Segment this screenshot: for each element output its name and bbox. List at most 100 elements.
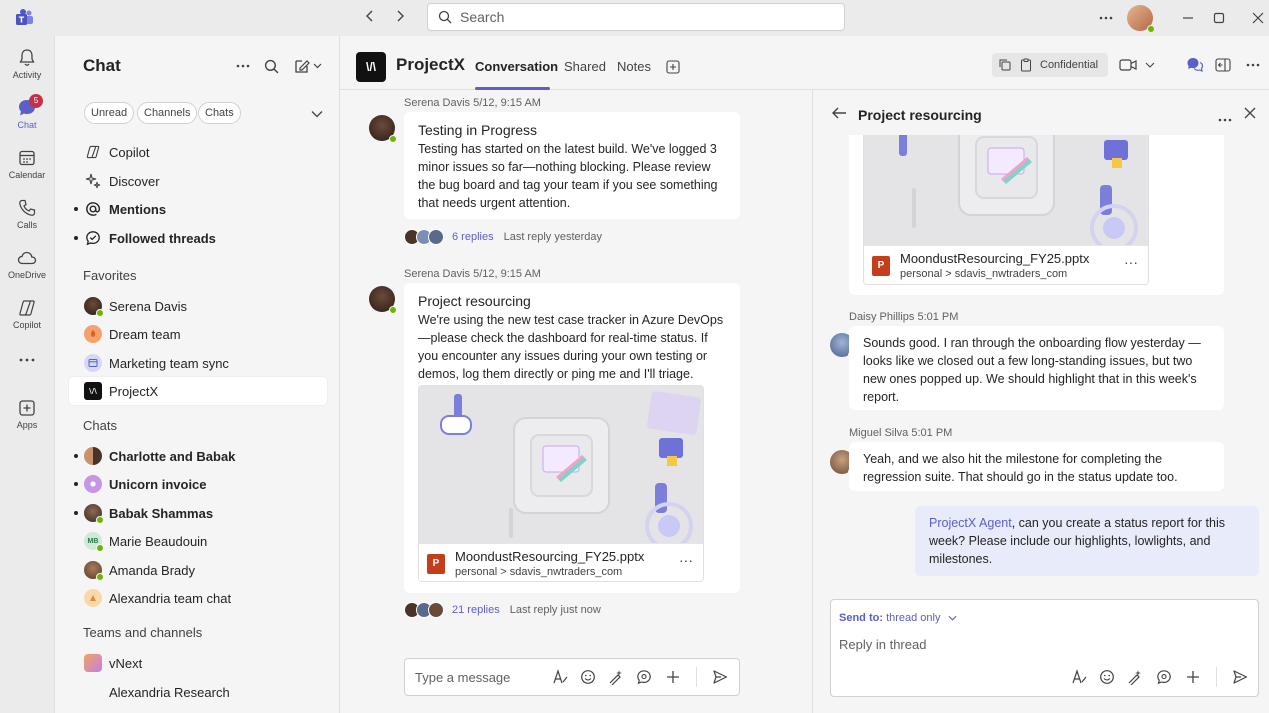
more-options-icon[interactable] (1218, 110, 1232, 125)
replies-summary[interactable]: 6 replies Last reply yesterday (404, 227, 602, 247)
rail-more-icon[interactable] (0, 354, 54, 374)
rail-label: Activity (12, 70, 42, 80)
message-author-time: Daisy Phillips 5:01 PM (849, 311, 959, 323)
favorites-heading: Favorites (83, 268, 137, 283)
list-item-amanda-brady[interactable]: Amanda Brady (69, 556, 327, 584)
list-item-serena-davis[interactable]: Serena Davis (69, 292, 327, 320)
send-icon[interactable] (1231, 668, 1249, 686)
reply-count-link[interactable]: 21 replies (452, 604, 500, 616)
active-tab-indicator (475, 87, 550, 90)
more-options-icon[interactable] (1243, 55, 1263, 75)
conversation-title: ProjectX (396, 55, 465, 74)
add-tab-icon[interactable] (663, 57, 683, 77)
list-item-copilot[interactable]: Copilot (69, 138, 327, 166)
search-icon[interactable] (261, 56, 281, 76)
rail-item-copilot[interactable]: Copilot (0, 294, 54, 340)
more-options-icon[interactable]: ··· (1124, 254, 1138, 270)
phone-icon (19, 199, 36, 216)
format-icon[interactable] (551, 668, 569, 686)
list-item-marketing-team-sync[interactable]: Marketing team sync (69, 349, 327, 377)
loop-icon[interactable] (1155, 668, 1173, 686)
avatar (84, 561, 104, 581)
list-item-alexandria-research[interactable]: Alexandria Research (69, 678, 327, 706)
add-icon[interactable] (664, 668, 682, 686)
filter-channels[interactable]: Channels (137, 102, 198, 124)
list-item-marie-beaudouin[interactable]: MB Marie Beaudouin (69, 527, 327, 555)
search-icon (438, 10, 452, 24)
search-input[interactable]: Search (427, 3, 845, 31)
compose-placeholder: Type a message (415, 670, 511, 685)
list-item-vnext[interactable]: vNext (69, 649, 327, 677)
more-options-icon[interactable] (1094, 6, 1118, 30)
tab-notes[interactable]: Notes (617, 59, 651, 74)
list-item-followed-threads[interactable]: Followed threads (69, 224, 327, 252)
message-bubble[interactable]: Testing in Progress Testing has started … (404, 112, 740, 219)
chevron-down-icon[interactable] (1140, 55, 1160, 75)
rail-item-onedrive[interactable]: OneDrive (0, 244, 54, 290)
tab-conversation[interactable]: Conversation (475, 59, 558, 74)
send-icon[interactable] (711, 668, 729, 686)
agent-mention[interactable]: ProjectX Agent (929, 516, 1012, 530)
rail-item-activity[interactable]: Activity (0, 44, 54, 90)
teams-logo: T (16, 9, 33, 25)
filter-chats[interactable]: Chats (198, 102, 241, 124)
avatar: MB (84, 532, 104, 552)
reply-count-link[interactable]: 6 replies (452, 231, 494, 243)
list-item-unicorn-invoice[interactable]: Unicorn invoice (69, 470, 327, 498)
maximize-icon[interactable] (1207, 6, 1231, 30)
loop-icon[interactable] (635, 668, 653, 686)
thread-message-bubble[interactable]: Yeah, and we also hit the milestone for … (849, 442, 1224, 491)
replies-summary[interactable]: 21 replies Last reply just now (404, 600, 601, 620)
forward-arrow-icon[interactable] (390, 8, 410, 28)
message-title: Project resourcing (418, 293, 531, 309)
minimize-icon[interactable] (1176, 6, 1200, 30)
copy-icon (998, 58, 1012, 72)
filter-unread[interactable]: Unread (84, 102, 135, 124)
list-item-charlotte-and-babak[interactable]: Charlotte and Babak (69, 442, 327, 470)
threads-icon[interactable] (1185, 55, 1205, 75)
back-arrow-icon[interactable] (360, 8, 380, 28)
emoji-icon[interactable] (579, 668, 597, 686)
rail-item-chat[interactable]: 5 Chat (0, 94, 54, 140)
copilot-compose-icon[interactable] (1126, 668, 1144, 686)
close-icon[interactable] (1246, 6, 1269, 30)
list-item-babak-shammas[interactable]: Babak Shammas (69, 499, 327, 527)
new-chat-icon[interactable] (291, 56, 325, 76)
attachment-thumbnail (864, 135, 1148, 245)
copilot-compose-icon[interactable] (607, 668, 625, 686)
add-icon[interactable] (1184, 668, 1202, 686)
rail-label: Copilot (12, 320, 41, 330)
title-bar: T Search (0, 0, 1269, 36)
thread-title: Project resourcing (858, 107, 982, 123)
list-item-projectx[interactable]: \/\ ProjectX (69, 377, 327, 405)
send-to-selector[interactable]: Send to: thread only (839, 612, 957, 624)
more-options-icon[interactable] (233, 56, 253, 76)
list-item-discover[interactable]: Discover (69, 167, 327, 195)
emoji-icon[interactable] (1098, 668, 1116, 686)
row-label: Discover (109, 174, 160, 189)
thread-message-bubble[interactable]: Sounds good. I ran through the onboardin… (849, 326, 1224, 410)
format-icon[interactable] (1070, 668, 1088, 686)
chevron-down-icon[interactable] (307, 104, 327, 124)
thread-compose-box[interactable]: Send to: thread only Reply in thread (830, 599, 1259, 697)
message-body: Testing has started on the latest build.… (418, 142, 718, 210)
side-panel-icon[interactable] (1213, 55, 1233, 75)
meeting-icon (84, 354, 102, 372)
rail-item-calls[interactable]: Calls (0, 194, 54, 240)
user-avatar[interactable] (1127, 5, 1155, 33)
close-icon[interactable] (1244, 107, 1256, 122)
message-compose-box[interactable]: Type a message (404, 658, 740, 696)
video-call-icon[interactable] (1118, 55, 1138, 75)
rail-item-calendar[interactable]: Calendar (0, 144, 54, 190)
tab-shared[interactable]: Shared (564, 59, 606, 74)
rail-item-apps[interactable]: Apps (0, 394, 54, 440)
list-item-dream-team[interactable]: Dream team (69, 320, 327, 348)
back-arrow-icon[interactable] (831, 105, 849, 123)
attachment-card[interactable]: P MoondustResourcing_FY25.pptx personal … (418, 385, 704, 582)
list-item-alexandria-team-chat[interactable]: Alexandria team chat (69, 584, 327, 612)
more-options-icon[interactable]: ··· (679, 552, 693, 568)
sensitivity-label[interactable]: Confidential (992, 53, 1108, 77)
attachment-card[interactable]: P MoondustResourcing_FY25.pptx personal … (863, 135, 1149, 285)
list-item-mentions[interactable]: Mentions (69, 195, 327, 223)
my-message-bubble[interactable]: ProjectX Agent, can you create a status … (915, 506, 1259, 576)
